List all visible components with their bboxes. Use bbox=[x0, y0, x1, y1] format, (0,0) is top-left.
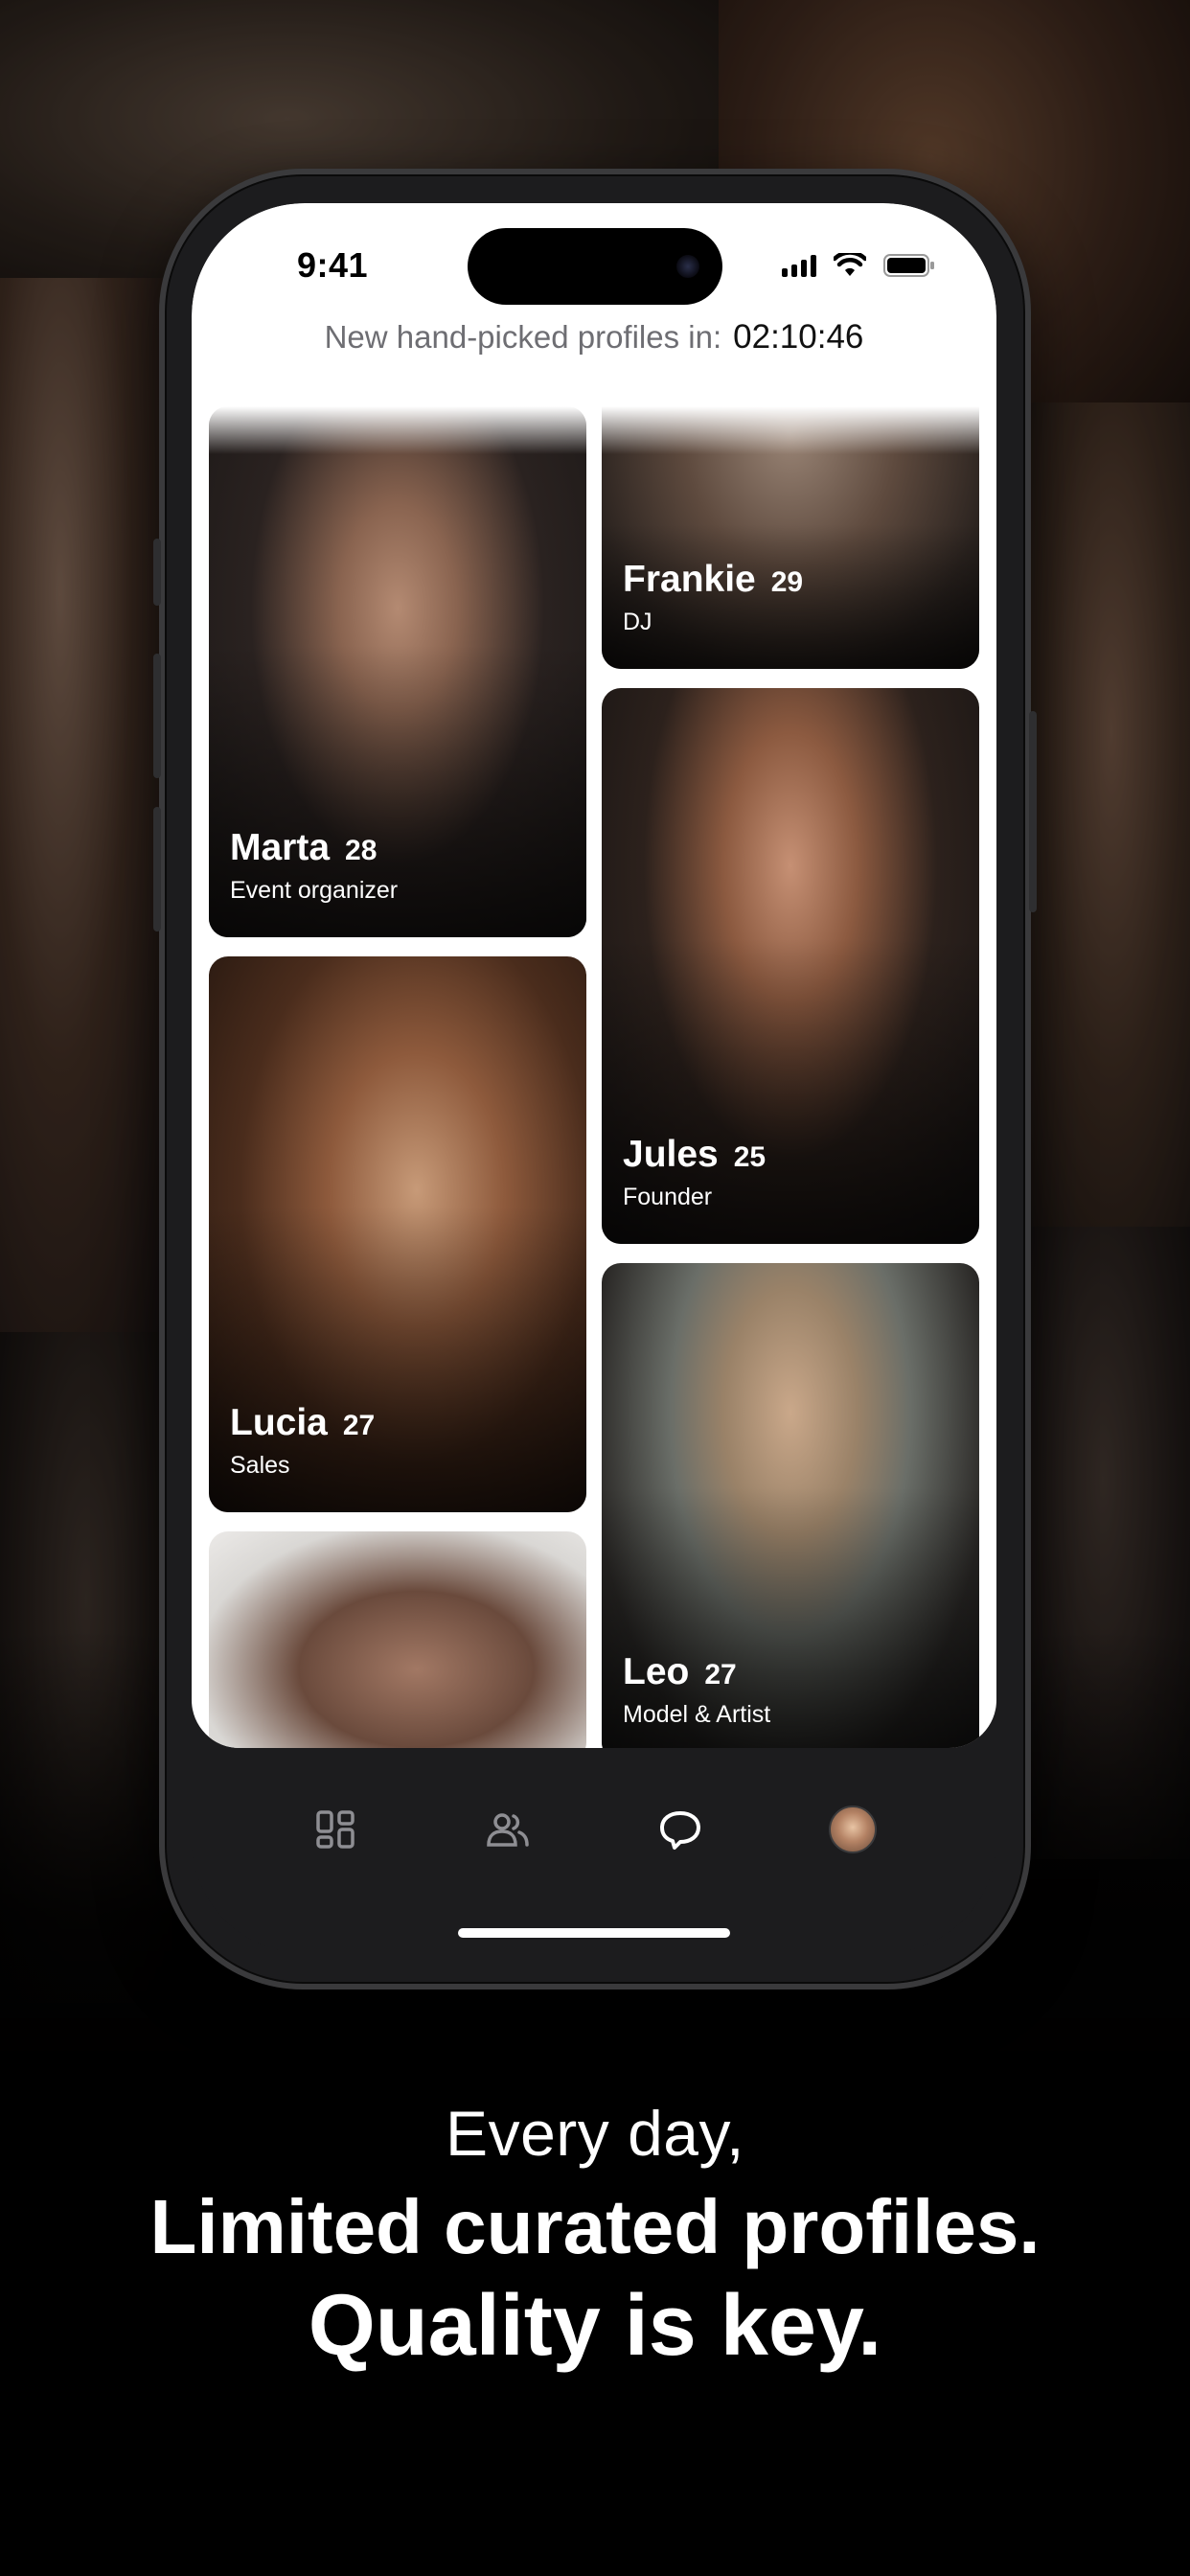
profile-info: Leo 27 Model & Artist bbox=[623, 1651, 770, 1729]
countdown-label: New hand-picked profiles in: bbox=[324, 319, 722, 355]
profile-card[interactable]: Marta 28 Event organizer bbox=[209, 406, 586, 937]
profile-age: 29 bbox=[770, 566, 804, 598]
profile-photo bbox=[209, 1531, 586, 1748]
battery-icon bbox=[883, 253, 935, 278]
profile-age: 27 bbox=[704, 1659, 737, 1690]
profile-occupation: DJ bbox=[623, 609, 652, 635]
profile-age: 25 bbox=[733, 1141, 767, 1173]
cellular-signal-icon bbox=[782, 254, 816, 277]
profile-card[interactable]: Leo 27 Model & Artist bbox=[602, 1263, 979, 1748]
profile-age: 28 bbox=[345, 835, 378, 866]
phone-screen: 9:41 New hand-picked profiles in: 02:10:… bbox=[192, 203, 996, 1953]
profile-card[interactable]: Lucia 27 Sales bbox=[209, 956, 586, 1512]
profile-name: Jules bbox=[623, 1134, 719, 1175]
profile-grid[interactable]: Marta 28 Event organizer Frankie 29 DJ J… bbox=[192, 406, 996, 1748]
grid-top-fade bbox=[192, 406, 996, 454]
tab-profile[interactable] bbox=[819, 1796, 886, 1863]
countdown-timer: 02:10:46 bbox=[733, 318, 864, 356]
app-content: 9:41 New hand-picked profiles in: 02:10:… bbox=[192, 203, 996, 1748]
profile-occupation: Sales bbox=[230, 1452, 290, 1479]
profile-name: Frankie bbox=[623, 559, 756, 600]
home-indicator bbox=[458, 1928, 730, 1938]
camera-icon bbox=[676, 255, 699, 278]
profile-name: Leo bbox=[623, 1651, 690, 1692]
volume-down-button bbox=[153, 807, 161, 932]
tab-people[interactable] bbox=[474, 1796, 541, 1863]
profile-info: Marta 28 Event organizer bbox=[230, 827, 398, 905]
people-icon bbox=[487, 1813, 529, 1847]
status-time: 9:41 bbox=[297, 245, 369, 285]
caption-line-2: Limited curated profiles. bbox=[149, 2184, 1041, 2269]
tab-bar bbox=[192, 1786, 996, 1873]
volume-up-button bbox=[153, 654, 161, 778]
tab-chat[interactable] bbox=[647, 1796, 714, 1863]
caption-line-3: Quality is key. bbox=[308, 2278, 882, 2374]
refresh-countdown: New hand-picked profiles in: 02:10:46 bbox=[192, 318, 996, 356]
status-icons bbox=[782, 253, 935, 278]
profile-name: Marta bbox=[230, 827, 331, 868]
profile-name: Lucia bbox=[230, 1402, 328, 1443]
tab-discover[interactable] bbox=[302, 1796, 369, 1863]
power-button bbox=[1029, 711, 1037, 912]
chat-bubble-icon bbox=[660, 1811, 700, 1850]
grid-icon bbox=[316, 1810, 355, 1849]
wifi-icon bbox=[834, 253, 866, 278]
caption-line-1: Every day, bbox=[446, 2098, 744, 2169]
profile-card[interactable] bbox=[209, 1531, 586, 1748]
profile-occupation: Event organizer bbox=[230, 877, 399, 904]
profile-info: Lucia 27 Sales bbox=[230, 1402, 375, 1480]
status-bar: 9:41 bbox=[192, 203, 996, 328]
profile-occupation: Founder bbox=[623, 1184, 713, 1210]
profile-info: Jules 25 Founder bbox=[623, 1134, 766, 1211]
dynamic-island bbox=[468, 228, 722, 305]
profile-info: Frankie 29 DJ bbox=[623, 559, 803, 636]
profile-card[interactable]: Jules 25 Founder bbox=[602, 688, 979, 1244]
profile-age: 27 bbox=[342, 1410, 376, 1441]
action-button bbox=[153, 539, 161, 606]
profile-occupation: Model & Artist bbox=[623, 1701, 771, 1728]
profile-avatar bbox=[829, 1806, 877, 1853]
